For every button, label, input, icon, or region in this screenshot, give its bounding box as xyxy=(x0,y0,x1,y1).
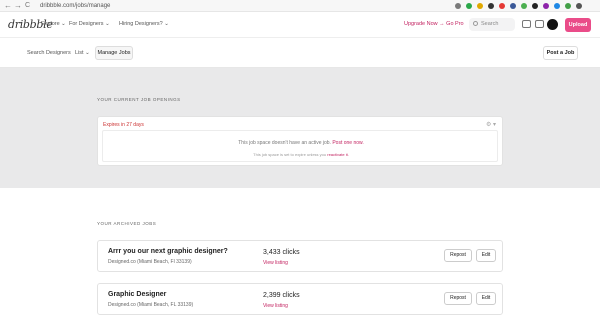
browser-extension-icon[interactable] xyxy=(510,3,516,9)
nav-hiring-designers[interactable]: Hiring Designers? ⌄ xyxy=(119,21,169,27)
browser-extension-icon[interactable] xyxy=(521,3,527,9)
browser-toolbar: ← → C dribbble.com/jobs/manage xyxy=(0,0,600,12)
browser-extension-icon[interactable] xyxy=(532,3,538,9)
current-openings-title: YOUR CURRENT JOB OPENINGS xyxy=(97,97,181,102)
messages-icon[interactable] xyxy=(535,20,544,28)
job-title: Graphic Designer xyxy=(108,291,167,298)
nav-explore[interactable]: Explore ⌄ xyxy=(41,21,66,27)
notifications-icon[interactable] xyxy=(522,20,531,28)
avatar[interactable] xyxy=(547,19,558,30)
forward-icon[interactable]: → xyxy=(14,1,22,11)
job-clicks: 2,399 clicks xyxy=(263,292,300,299)
manage-jobs-tab[interactable]: Manage Jobs xyxy=(95,46,133,60)
browser-extension-icon[interactable] xyxy=(488,3,494,9)
site-header: dribbble Explore ⌄ For Designers ⌄ Hirin… xyxy=(0,12,600,38)
list-dropdown[interactable]: List ⌄ xyxy=(75,50,90,56)
search-designers-link[interactable]: Search Designers xyxy=(27,50,71,56)
browser-extension-icon[interactable] xyxy=(576,3,582,9)
edit-button[interactable]: Edit xyxy=(476,249,496,262)
browser-extension-icon[interactable] xyxy=(499,3,505,9)
page: ← → C dribbble.com/jobs/manage dribbble … xyxy=(0,0,600,327)
upgrade-link[interactable]: Upgrade Now → Go Pro xyxy=(404,21,464,27)
job-title: Arrr you our next graphic designer? xyxy=(108,248,228,255)
expire-message: This job space is set to expire unless y… xyxy=(103,152,499,157)
repost-button[interactable]: Repost xyxy=(444,292,472,305)
job-clicks: 3,433 clicks xyxy=(263,249,300,256)
address-bar[interactable]: dribbble.com/jobs/manage xyxy=(40,2,110,10)
browser-extension-icon[interactable] xyxy=(477,3,483,9)
gear-icon[interactable]: ⚙ ▾ xyxy=(486,121,496,128)
browser-extension-icon[interactable] xyxy=(543,3,549,9)
empty-message-text: This job space doesn't have an active jo… xyxy=(238,140,331,146)
edit-button[interactable]: Edit xyxy=(476,292,496,305)
browser-extension-icon[interactable] xyxy=(466,3,472,9)
archived-job-row: Graphic Designer Designed.co (Miami Beac… xyxy=(97,283,503,315)
reload-icon[interactable]: C xyxy=(25,1,30,11)
search-icon xyxy=(473,21,478,26)
post-a-job-button[interactable]: Post a Job xyxy=(543,46,578,60)
view-listing-link[interactable]: View listing xyxy=(263,303,288,309)
reactivate-link[interactable]: reactivate it. xyxy=(327,152,349,157)
browser-extension-icon[interactable] xyxy=(565,3,571,9)
archived-job-row: Arrr you our next graphic designer? Desi… xyxy=(97,240,503,272)
back-icon[interactable]: ← xyxy=(4,1,12,11)
job-company: Designed.co (Miami Beach, Fl 33139) xyxy=(108,259,192,265)
expires-label: Expires in 27 days xyxy=(103,122,144,128)
job-space-card: Expires in 27 days ⚙ ▾ This job space do… xyxy=(97,116,503,166)
archived-jobs-title: YOUR ARCHIVED JOBS xyxy=(97,221,157,226)
upload-button[interactable]: Upload xyxy=(565,18,591,32)
sub-navigation: Search Designers List ⌄ Manage Jobs Post… xyxy=(0,38,600,68)
post-one-now-link[interactable]: Post one now. xyxy=(332,140,363,146)
browser-extension-icon[interactable] xyxy=(455,3,461,9)
search-placeholder: Search xyxy=(481,21,499,27)
repost-button[interactable]: Repost xyxy=(444,249,472,262)
search-input[interactable]: Search xyxy=(469,18,515,31)
browser-extension-icon[interactable] xyxy=(554,3,560,9)
expire-message-text: This job space is set to expire unless y… xyxy=(253,152,327,157)
view-listing-link[interactable]: View listing xyxy=(263,260,288,266)
nav-for-designers[interactable]: For Designers ⌄ xyxy=(69,21,110,27)
empty-job-space: This job space doesn't have an active jo… xyxy=(102,130,498,162)
empty-message: This job space doesn't have an active jo… xyxy=(103,140,499,146)
job-company: Designed.co (Miami Beach, FL 33139) xyxy=(108,302,194,308)
